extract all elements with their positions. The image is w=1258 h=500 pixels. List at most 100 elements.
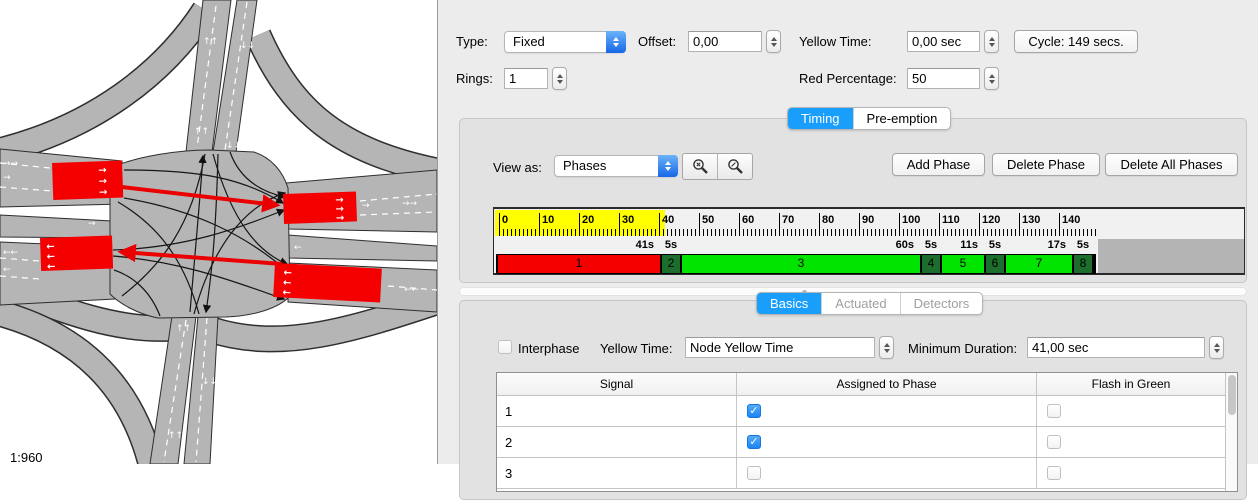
- signal-bar-west-upper[interactable]: →→→: [52, 161, 123, 200]
- tab-preemption[interactable]: Pre-emption: [853, 108, 951, 129]
- flash-checkbox[interactable]: [1047, 435, 1061, 449]
- svg-text:↓↓: ↓↓: [240, 41, 255, 51]
- ruler-minor-ticks: [499, 229, 1096, 236]
- svg-text:→: →: [98, 176, 107, 187]
- magnifier-x-icon: [692, 158, 709, 175]
- ruler-tick-label: 60: [742, 214, 754, 226]
- assigned-checkbox[interactable]: ✓: [747, 435, 761, 449]
- interphase-label: Interphase: [518, 341, 579, 356]
- min-duration-stepper[interactable]: [1209, 336, 1224, 359]
- table-row[interactable]: 1✓: [497, 396, 1237, 427]
- phase-timeline[interactable]: 0102030405060708090100110120130140 41s5s…: [493, 207, 1245, 275]
- control-plan-panel: Type: Fixed Offset: Yellow Time: Cycle: …: [437, 0, 1258, 464]
- rings-input[interactable]: [504, 68, 548, 89]
- svg-text:→: →: [98, 165, 107, 176]
- add-phase-button[interactable]: Add Phase: [892, 153, 985, 176]
- svg-text:→: →: [3, 173, 11, 183]
- phase-yellow-time-stepper[interactable]: [879, 336, 894, 359]
- signal-bar-west-lower[interactable]: ←←←: [40, 235, 113, 272]
- svg-text:←←: ←←: [404, 285, 420, 295]
- phase-durations: 41s5s60s5s11s5s17s5s: [494, 238, 1098, 253]
- phase-segment-8[interactable]: 8: [1073, 255, 1093, 273]
- ruler-major-tick: [899, 213, 900, 236]
- view-as-select-value: Phases: [563, 158, 606, 173]
- type-label: Type:: [456, 34, 488, 49]
- tab-detectors[interactable]: Detectors: [900, 293, 983, 314]
- phase-segment-4[interactable]: 4: [921, 255, 941, 273]
- phase-segment-5[interactable]: 5: [941, 255, 985, 273]
- signal-table-body: 1✓2✓3: [497, 396, 1237, 489]
- signal-bar-east-upper[interactable]: →→→: [283, 191, 357, 226]
- ruler-tick-label: 20: [582, 214, 594, 226]
- scrollbar-thumb[interactable]: [1228, 375, 1236, 415]
- phase-yellow-time-input[interactable]: [685, 337, 875, 358]
- flash-checkbox[interactable]: [1047, 404, 1061, 418]
- min-duration-input[interactable]: [1027, 337, 1205, 358]
- svg-text:←: ←: [282, 287, 291, 298]
- tab-actuated[interactable]: Actuated: [821, 293, 899, 314]
- phase-segment-6[interactable]: 6: [985, 255, 1005, 273]
- table-row[interactable]: 2✓: [497, 427, 1237, 458]
- tab-basics[interactable]: Basics: [757, 293, 821, 314]
- ruler-major-tick: [819, 213, 820, 236]
- zoom-out-button[interactable]: [683, 154, 717, 179]
- ruler-tick-label: 110: [942, 214, 960, 226]
- svg-text:→: →: [336, 213, 345, 224]
- table-scrollbar[interactable]: [1225, 373, 1237, 491]
- offset-stepper[interactable]: [766, 30, 781, 53]
- yellow-time-input[interactable]: [907, 31, 980, 52]
- ruler-tick-label: 0: [502, 214, 508, 226]
- delete-phase-button[interactable]: Delete Phase: [992, 153, 1100, 176]
- phase-bar: 12345678: [496, 254, 1096, 274]
- svg-text:←: ←: [294, 243, 302, 253]
- phase-duration-label: 5s: [665, 239, 677, 251]
- signal-bar-east-lower[interactable]: ←←←: [273, 263, 382, 304]
- svg-text:→: →: [99, 187, 108, 198]
- assigned-checkbox[interactable]: [747, 466, 761, 480]
- assigned-checkbox[interactable]: ✓: [747, 404, 761, 418]
- phase-duration-label: 5s: [925, 239, 937, 251]
- phase-segment-1[interactable]: 1: [497, 255, 661, 273]
- yellow-time-stepper[interactable]: [984, 30, 999, 53]
- table-row[interactable]: 3: [497, 458, 1237, 489]
- tab-timing[interactable]: Timing: [788, 108, 853, 129]
- phase-segment-2[interactable]: 2: [661, 255, 681, 273]
- phase-yellow-time-label: Yellow Time:: [600, 341, 673, 356]
- signal-table-header: Signal Assigned to Phase Flash in Green: [497, 373, 1237, 396]
- red-percentage-label: Red Percentage:: [799, 71, 897, 86]
- network-map[interactable]: →→→ →→→ ←←← ←←← ↑↑↓↓ ↑↑↓↓ →→→ → ←←←: [0, 0, 437, 464]
- interphase-checkbox[interactable]: [498, 340, 512, 354]
- phase-duration-label: 5s: [989, 239, 1001, 251]
- phase-duration-label: 17s: [1048, 239, 1066, 251]
- view-as-select[interactable]: Phases: [554, 155, 678, 177]
- phase-segment-7[interactable]: 7: [1005, 255, 1073, 273]
- phase-duration-label: 11s: [960, 239, 978, 251]
- phase-segment-3[interactable]: 3: [681, 255, 921, 273]
- assigned-checkbox-cell: ✓: [737, 427, 1037, 457]
- svg-text:↑↑: ↑↑: [168, 431, 183, 441]
- phase-duration-label: 5s: [1077, 239, 1089, 251]
- red-percentage-stepper[interactable]: [984, 67, 999, 90]
- rings-stepper[interactable]: [552, 67, 567, 90]
- offset-input[interactable]: [688, 31, 762, 52]
- svg-text:↑↑: ↑↑: [194, 127, 209, 137]
- timeline-unused-area: [1098, 239, 1244, 273]
- yellow-time-label: Yellow Time:: [799, 34, 872, 49]
- signal-cell: 3: [497, 458, 737, 488]
- magnifier-icon: [727, 158, 744, 175]
- column-header-assigned: Assigned to Phase: [737, 373, 1037, 395]
- ruler-major-tick: [1059, 213, 1060, 236]
- ruler-major-tick: [739, 213, 740, 236]
- main-tabs: Timing Pre-emption: [787, 107, 951, 130]
- sub-tabs: Basics Actuated Detectors: [756, 292, 983, 315]
- ruler-tick-label: 30: [622, 214, 634, 226]
- cycle-button[interactable]: Cycle: 149 secs.: [1014, 30, 1138, 53]
- ruler-major-tick: [979, 213, 980, 236]
- red-percentage-input[interactable]: [907, 68, 980, 89]
- delete-all-phases-button[interactable]: Delete All Phases: [1105, 153, 1238, 176]
- type-select[interactable]: Fixed: [504, 31, 626, 53]
- ruler-major-tick: [699, 213, 700, 236]
- intersection-drawing: →→→ →→→ ←←← ←←← ↑↑↓↓ ↑↑↓↓ →→→ → ←←←: [0, 0, 437, 464]
- zoom-in-button[interactable]: [717, 154, 752, 179]
- flash-checkbox[interactable]: [1047, 466, 1061, 480]
